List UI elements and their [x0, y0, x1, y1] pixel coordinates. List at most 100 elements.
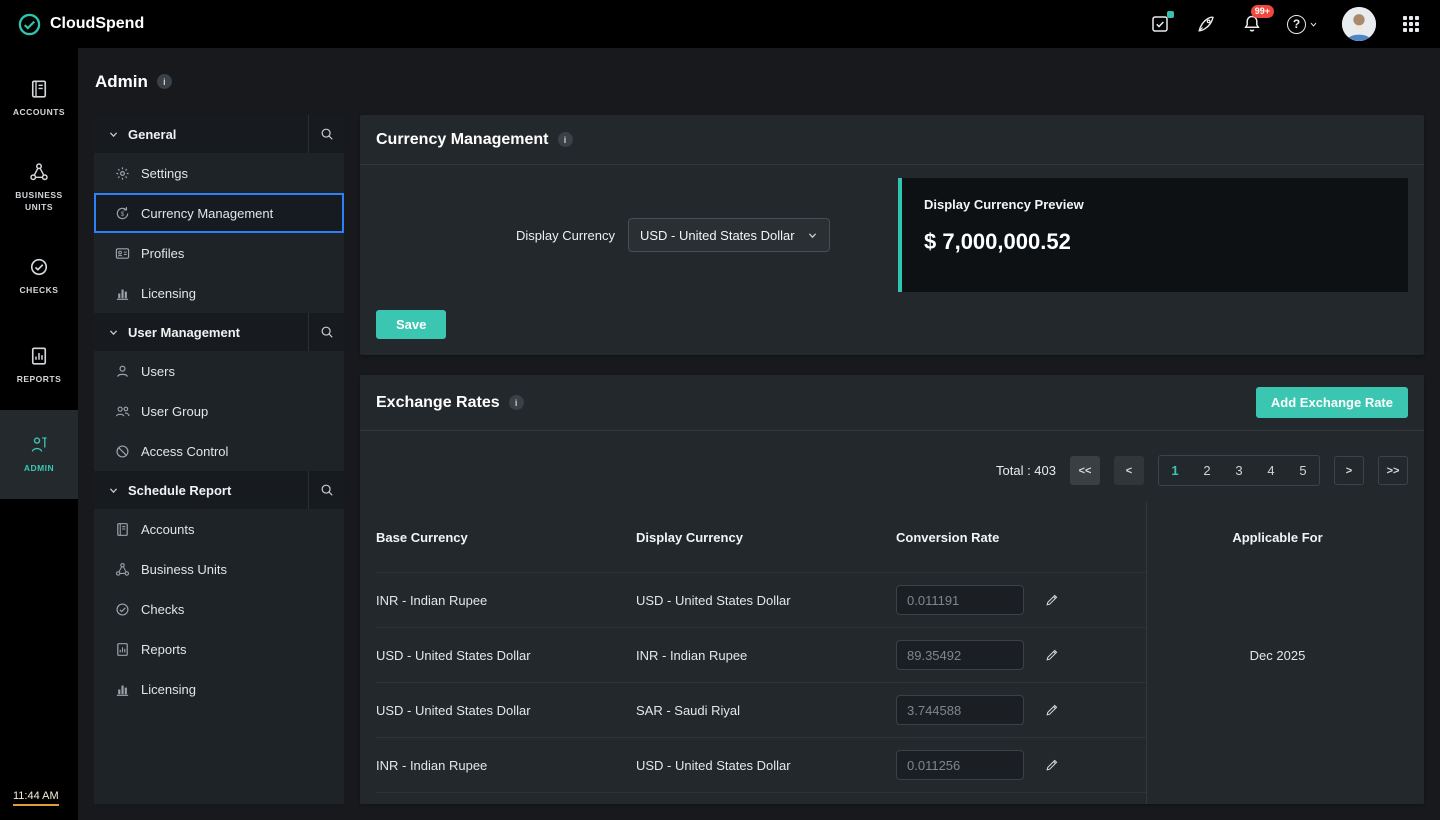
rail-item-admin[interactable]: ADMIN — [0, 410, 78, 499]
sidebar-item-users[interactable]: Users — [94, 351, 344, 391]
column-header-applicable-for: Applicable For — [1232, 530, 1322, 545]
pencil-icon — [1045, 648, 1059, 662]
pagination-page-5[interactable]: 5 — [1287, 456, 1319, 485]
user-icon — [115, 364, 130, 379]
info-icon[interactable]: i — [157, 74, 172, 89]
sidebar-item-user-group[interactable]: User Group — [94, 391, 344, 431]
table-row-partial — [376, 792, 1146, 804]
display-currency-select[interactable]: USD - United States Dollar — [628, 218, 830, 252]
sidebar-section-schedule-report-search[interactable] — [308, 471, 344, 509]
display-currency-row: Display Currency USD - United States Dol… — [376, 178, 1408, 292]
display-currency-selected-value: USD - United States Dollar — [640, 228, 795, 243]
sidebar-item-licensing-schedule[interactable]: Licensing — [94, 669, 344, 709]
pagination-prev-button[interactable]: < — [1114, 456, 1144, 485]
pagination-last-button[interactable]: >> — [1378, 456, 1408, 485]
sidebar-item-reports[interactable]: Reports — [94, 629, 344, 669]
sidebar-section-general: General — [94, 115, 344, 153]
pagination-page-4[interactable]: 4 — [1255, 456, 1287, 485]
conversion-rate-input[interactable] — [896, 750, 1024, 780]
rail-label-admin: ADMIN — [24, 463, 54, 474]
pagination-next-button[interactable]: > — [1334, 456, 1364, 485]
column-header-conversion-rate: Conversion Rate — [896, 530, 1146, 545]
conversion-rate-input[interactable] — [896, 640, 1024, 670]
info-icon[interactable]: i — [558, 132, 573, 147]
edit-rate-button[interactable] — [1042, 700, 1062, 720]
sidebar-section-user-management-toggle[interactable]: User Management — [94, 313, 308, 351]
add-exchange-rate-button[interactable]: Add Exchange Rate — [1256, 387, 1408, 418]
chevron-down-icon — [108, 327, 119, 338]
sidebar-item-settings[interactable]: Settings — [94, 153, 344, 193]
edit-rate-button[interactable] — [1042, 755, 1062, 775]
apps-launcher-button[interactable] — [1400, 13, 1422, 35]
sidebar-item-profiles[interactable]: Profiles — [94, 233, 344, 273]
currency-management-body: Display Currency USD - United States Dol… — [360, 165, 1424, 355]
sidebar-item-checks[interactable]: Checks — [94, 589, 344, 629]
whats-new-button[interactable] — [1195, 13, 1217, 35]
display-currency-cell: USD - United States Dollar — [636, 593, 896, 608]
table-row: INR - Indian Rupee USD - United States D… — [376, 572, 1146, 627]
conversion-rate-cell — [896, 750, 1146, 780]
app-brand[interactable]: CloudSpend — [18, 13, 144, 36]
pagination-page-3[interactable]: 3 — [1223, 456, 1255, 485]
pagination-first-button[interactable]: << — [1070, 456, 1100, 485]
pencil-icon — [1045, 593, 1059, 607]
save-button[interactable]: Save — [376, 310, 446, 339]
access-control-icon — [115, 444, 130, 459]
cloudspend-logo-icon — [18, 13, 41, 36]
sidebar-item-access-control[interactable]: Access Control — [94, 431, 344, 471]
display-currency-cell: SAR - Saudi Riyal — [636, 703, 896, 718]
topbar: CloudSpend 99+ ? — [0, 0, 1440, 48]
chevron-down-icon — [807, 230, 818, 241]
sidebar-section-user-management: User Management — [94, 313, 344, 351]
profile-icon — [115, 246, 130, 261]
conversion-rate-input[interactable] — [896, 585, 1024, 615]
edit-rate-button[interactable] — [1042, 645, 1062, 665]
sidebar-item-label: Reports — [141, 642, 187, 657]
tasks-button[interactable] — [1149, 13, 1171, 35]
accounts-icon — [29, 79, 49, 99]
rail-item-reports[interactable]: REPORTS — [0, 321, 78, 410]
base-currency-cell: INR - Indian Rupee — [376, 758, 636, 773]
business-units-icon — [29, 162, 49, 182]
clock-timestamp[interactable]: 11:44 AM — [13, 790, 59, 806]
sidebar-section-user-management-search[interactable] — [308, 313, 344, 351]
sidebar-item-business-units[interactable]: Business Units — [94, 549, 344, 589]
sidebar-item-accounts[interactable]: Accounts — [94, 509, 344, 549]
info-icon[interactable]: i — [509, 395, 524, 410]
app-shell: ACCOUNTS BUSINESS UNITS CHECKS REPORTS A… — [0, 48, 1440, 820]
sidebar-item-label: User Group — [141, 404, 208, 419]
notifications-button[interactable]: 99+ — [1241, 13, 1263, 35]
sidebar-item-licensing[interactable]: Licensing — [94, 273, 344, 313]
rail-item-business-units[interactable]: BUSINESS UNITS — [0, 143, 78, 232]
exchange-rates-table-left: Base Currency Display Currency Conversio… — [376, 502, 1146, 804]
conversion-rate-cell — [896, 695, 1146, 725]
currency-management-panel: Currency Management i Display Currency U… — [360, 115, 1424, 355]
reports-icon — [115, 642, 130, 657]
exchange-rates-panel: Exchange Rates i Add Exchange Rate Total… — [360, 375, 1424, 804]
sidebar-section-general-search[interactable] — [308, 115, 344, 153]
edit-rate-button[interactable] — [1042, 590, 1062, 610]
rail-item-checks[interactable]: CHECKS — [0, 232, 78, 321]
apps-grid-icon — [1402, 15, 1420, 33]
search-icon — [320, 127, 334, 141]
rail-item-accounts[interactable]: ACCOUNTS — [0, 54, 78, 143]
primary-nav-rail: ACCOUNTS BUSINESS UNITS CHECKS REPORTS A… — [0, 48, 78, 820]
sidebar-section-user-management-label: User Management — [128, 325, 240, 340]
total-count: Total : 403 — [996, 463, 1056, 478]
accounts-icon — [115, 522, 130, 537]
base-currency-cell: USD - United States Dollar — [376, 648, 636, 663]
pagination-page-1[interactable]: 1 — [1159, 456, 1191, 485]
user-avatar[interactable] — [1342, 7, 1376, 41]
sidebar-section-general-toggle[interactable]: General — [94, 115, 308, 153]
sidebar-item-label: Currency Management — [141, 206, 273, 221]
pagination-page-2[interactable]: 2 — [1191, 456, 1223, 485]
exchange-rates-title: Exchange Rates — [376, 394, 500, 412]
conversion-rate-input[interactable] — [896, 695, 1024, 725]
sidebar-item-currency-management[interactable]: Currency Management — [94, 193, 344, 233]
sidebar-section-schedule-report-toggle[interactable]: Schedule Report — [94, 471, 308, 509]
conversion-rate-cell — [896, 585, 1146, 615]
column-header-base-currency: Base Currency — [376, 530, 636, 545]
reports-icon — [29, 346, 49, 366]
licensing-icon — [115, 286, 130, 301]
help-button[interactable]: ? — [1287, 15, 1318, 34]
